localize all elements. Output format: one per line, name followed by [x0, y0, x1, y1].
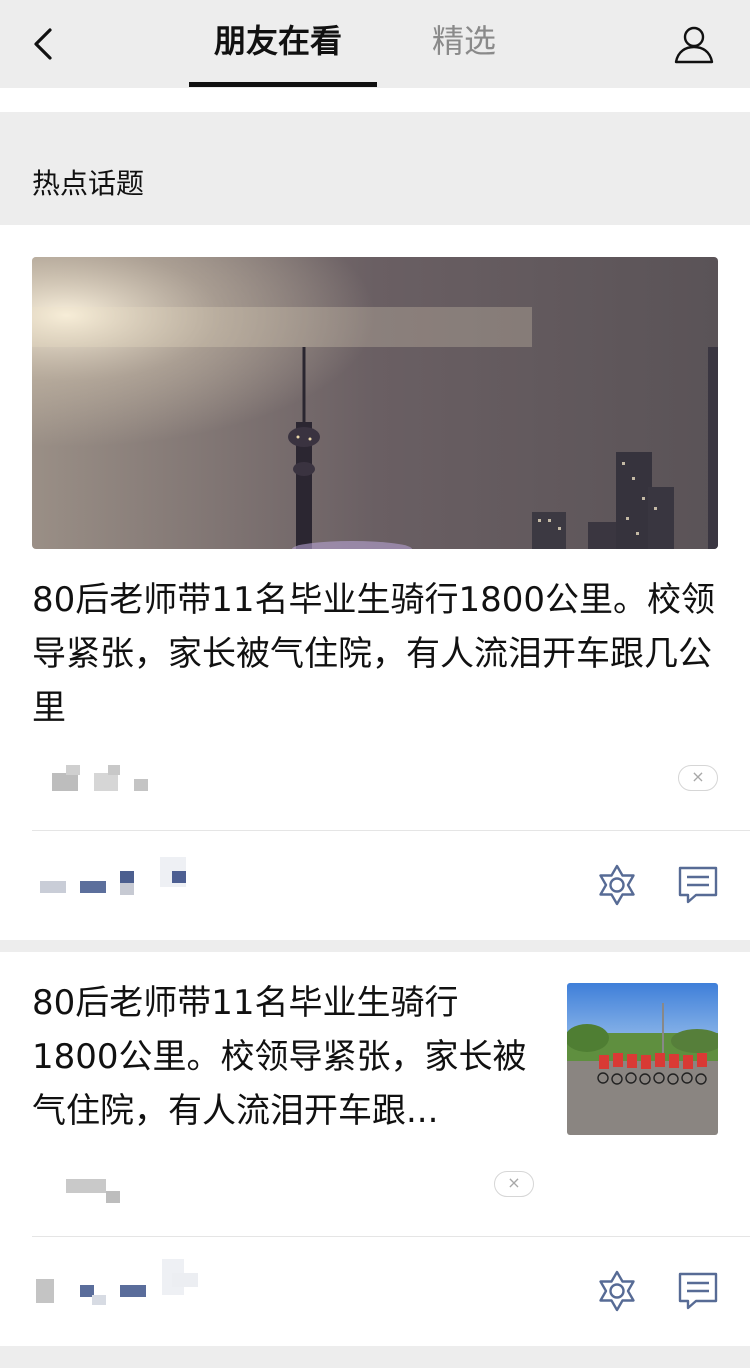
article-card[interactable]: 80后老师带11名毕业生骑行1800公里。校领导紧张，家长被气住院，有人流泪开车… [0, 952, 750, 1346]
tab-friends-watching[interactable]: 朋友在看 [214, 18, 342, 64]
top-bar: 朋友在看 精选 [0, 0, 750, 88]
dismiss-button[interactable]: × [494, 1171, 534, 1197]
article-source [52, 765, 152, 795]
wow-star-icon[interactable] [595, 1269, 639, 1313]
article-title[interactable]: 80后老师带11名毕业生骑行1800公里。校领导紧张，家长被气住院，有人流泪开车… [32, 976, 532, 1138]
article-thumbnail[interactable] [567, 983, 718, 1135]
divider [32, 1236, 750, 1237]
article-source [66, 1177, 126, 1207]
section-title: 热点话题 [32, 167, 145, 200]
comment-icon[interactable] [676, 1269, 720, 1313]
dismiss-button[interactable]: × [678, 765, 718, 791]
close-icon: × [507, 1173, 521, 1192]
card-separator [0, 940, 750, 952]
wow-star-icon[interactable] [595, 863, 639, 907]
article-title[interactable]: 80后老师带11名毕业生骑行1800公里。校领导紧张，家长被气住院，有人流泪开车… [32, 573, 718, 735]
divider [32, 830, 750, 831]
tab-featured[interactable]: 精选 [432, 18, 496, 64]
top-spacer [0, 88, 750, 112]
friends-avatars[interactable] [40, 857, 210, 897]
article-card[interactable]: 80后老师带11名毕业生骑行1800公里。校领导紧张，家长被气住院，有人流泪开车… [0, 225, 750, 940]
comment-icon[interactable] [676, 863, 720, 907]
person-icon[interactable] [672, 22, 716, 66]
article-hero-image[interactable] [32, 257, 718, 549]
section-header: 热点话题 [0, 112, 750, 225]
chevron-left-icon[interactable] [28, 24, 60, 64]
friends-avatars[interactable] [32, 1257, 202, 1313]
active-tab-indicator [189, 82, 377, 87]
close-icon: × [691, 767, 705, 786]
